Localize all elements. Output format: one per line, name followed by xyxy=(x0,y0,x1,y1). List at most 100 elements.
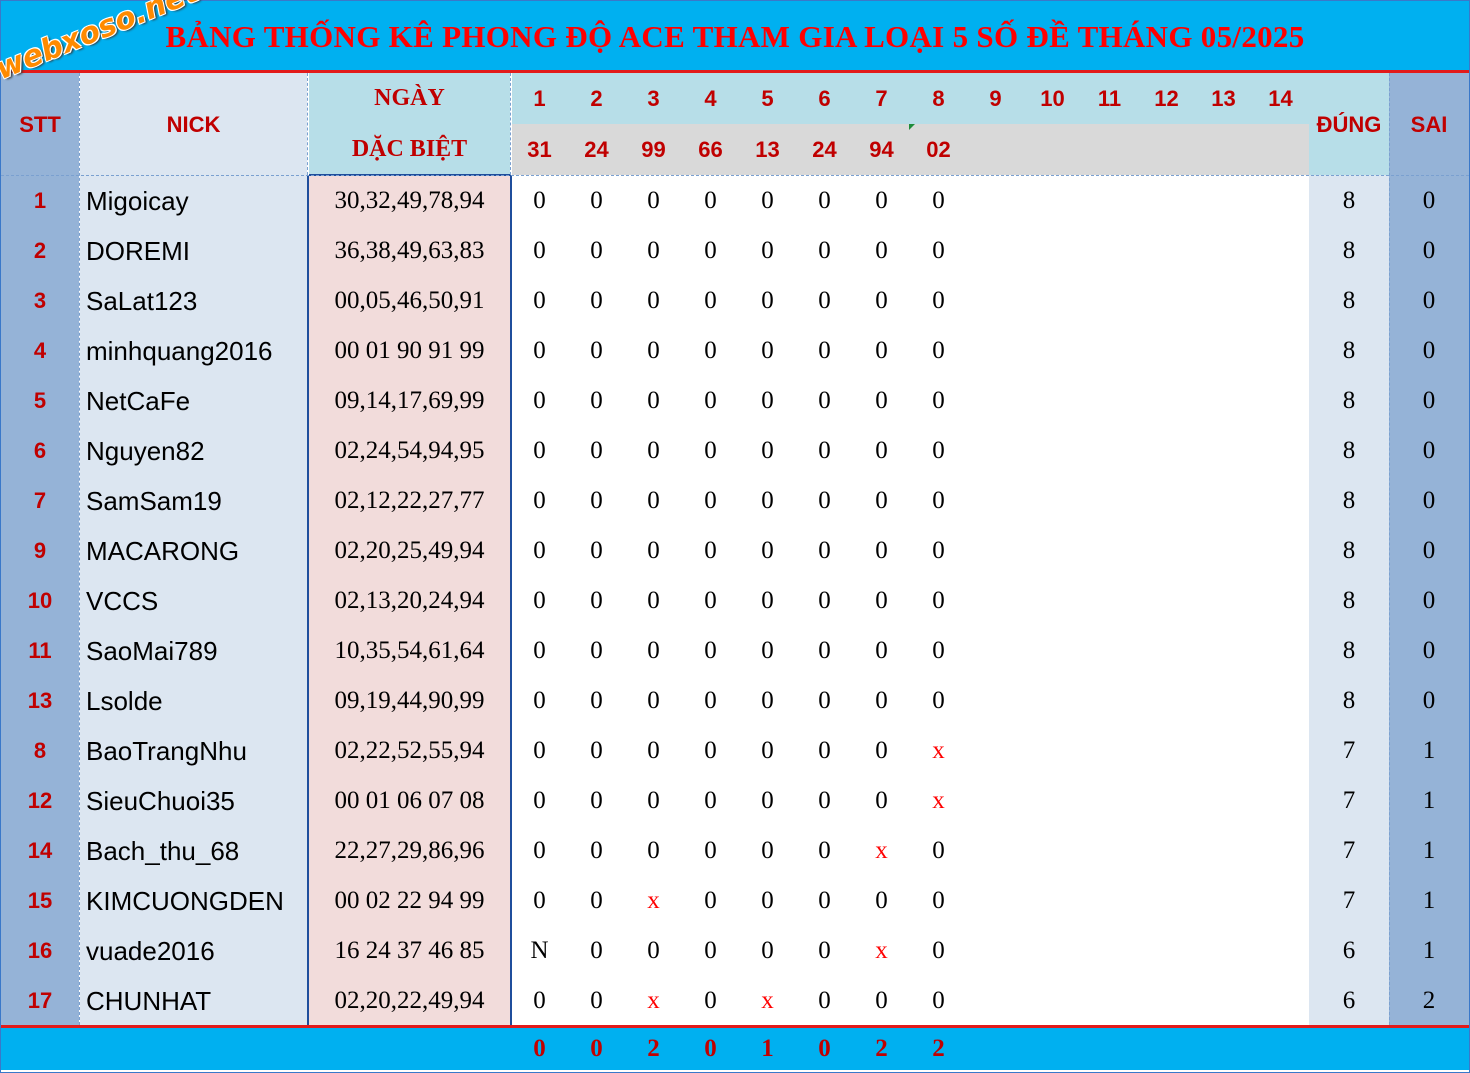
row-sai: 2 xyxy=(1422,987,1436,1014)
row-dung: 8 xyxy=(1342,637,1356,664)
row-mark: 0 xyxy=(647,237,660,264)
row-mark: 0 xyxy=(590,737,603,764)
row-mark: 0 xyxy=(533,287,546,314)
row-mark: 0 xyxy=(761,387,774,414)
row-mark: 0 xyxy=(704,937,717,964)
row-mark: 0 xyxy=(704,287,717,314)
row-mark: 0 xyxy=(533,687,546,714)
row-numbers: 09,14,17,69,99 xyxy=(334,387,485,414)
row-nick: vuade2016 xyxy=(86,935,215,966)
row-mark: x xyxy=(647,887,660,914)
day-header: 11 xyxy=(1097,85,1122,111)
total-value: 2 xyxy=(875,1035,888,1062)
row-numbers: 10,35,54,61,64 xyxy=(334,637,485,664)
row-mark: 0 xyxy=(590,337,603,364)
row-nick: DOREMI xyxy=(86,235,190,266)
total-value: 0 xyxy=(533,1035,546,1062)
ngay-header: NGÀY xyxy=(374,85,445,111)
row-mark: 0 xyxy=(647,187,660,214)
day-header: 4 xyxy=(704,85,717,111)
row-sai: 0 xyxy=(1422,587,1436,614)
row-dung: 8 xyxy=(1342,437,1356,464)
special-number: 13 xyxy=(755,136,780,162)
row-mark: x xyxy=(875,937,888,964)
row-mark: 0 xyxy=(704,987,717,1014)
row-mark: 0 xyxy=(932,337,945,364)
row-mark: 0 xyxy=(875,687,888,714)
row-mark: 0 xyxy=(533,637,546,664)
row-mark: 0 xyxy=(533,987,546,1014)
row-sai: 0 xyxy=(1422,537,1436,564)
row-dung: 8 xyxy=(1342,237,1356,264)
row-numbers: 02,22,52,55,94 xyxy=(334,737,485,764)
row-mark: 0 xyxy=(875,437,888,464)
row-mark: 0 xyxy=(818,537,831,564)
row-mark: 0 xyxy=(704,337,717,364)
row-mark: 0 xyxy=(533,887,546,914)
row-dung: 6 xyxy=(1342,937,1356,964)
day-header: 6 xyxy=(818,85,831,111)
row-dung: 7 xyxy=(1342,887,1356,914)
day-header: 10 xyxy=(1040,85,1065,111)
row-mark: 0 xyxy=(533,337,546,364)
special-number: 24 xyxy=(812,136,837,162)
row-numbers: 00,05,46,50,91 xyxy=(334,287,485,314)
page-title: BẢNG THỐNG KÊ PHONG ĐỘ ACE THAM GIA LOẠI… xyxy=(165,19,1305,54)
row-mark: 0 xyxy=(590,237,603,264)
row-stt: 15 xyxy=(27,888,53,913)
row-dung: 8 xyxy=(1342,337,1356,364)
row-mark: 0 xyxy=(818,637,831,664)
row-mark: 0 xyxy=(704,787,717,814)
row-mark: 0 xyxy=(647,587,660,614)
row-mark: 0 xyxy=(533,837,546,864)
row-stt: 7 xyxy=(33,488,47,513)
row-mark: 0 xyxy=(818,737,831,764)
row-mark: 0 xyxy=(818,187,831,214)
row-nick: SaLat123 xyxy=(86,285,198,316)
row-mark: 0 xyxy=(875,337,888,364)
row-sai: 0 xyxy=(1422,687,1436,714)
row-mark: 0 xyxy=(647,337,660,364)
row-nick: NetCaFe xyxy=(86,385,191,416)
day-header: 1 xyxy=(533,85,546,111)
special-number: 24 xyxy=(584,136,609,162)
row-sai: 0 xyxy=(1422,187,1436,214)
row-numbers: 09,19,44,90,99 xyxy=(334,687,485,714)
row-mark: 0 xyxy=(932,837,945,864)
row-sai: 0 xyxy=(1422,337,1436,364)
row-numbers: 30,32,49,78,94 xyxy=(334,187,485,214)
row-sai: 1 xyxy=(1422,887,1436,914)
row-nick: Nguyen82 xyxy=(86,435,205,466)
row-mark: 0 xyxy=(704,187,717,214)
row-sai: 0 xyxy=(1422,437,1436,464)
row-mark: 0 xyxy=(761,337,774,364)
row-mark: 0 xyxy=(533,537,546,564)
row-stt: 14 xyxy=(27,838,53,863)
row-mark: 0 xyxy=(875,287,888,314)
row-mark: 0 xyxy=(932,637,945,664)
row-sai: 0 xyxy=(1422,487,1436,514)
row-numbers: 02,13,20,24,94 xyxy=(334,587,485,614)
row-mark: 0 xyxy=(590,687,603,714)
row-mark: 0 xyxy=(818,687,831,714)
row-mark: 0 xyxy=(761,437,774,464)
day-header: 2 xyxy=(590,85,603,111)
row-mark: 0 xyxy=(818,387,831,414)
row-mark: 0 xyxy=(818,287,831,314)
row-mark: 0 xyxy=(932,187,945,214)
row-mark: 0 xyxy=(875,637,888,664)
total-value: 0 xyxy=(590,1035,603,1062)
dung-header: ĐÚNG xyxy=(1316,112,1382,137)
row-mark: 0 xyxy=(818,337,831,364)
row-mark: 0 xyxy=(761,237,774,264)
row-mark: 0 xyxy=(875,237,888,264)
row-dung: 8 xyxy=(1342,537,1356,564)
row-nick: SieuChuoi35 xyxy=(86,785,235,816)
row-numbers: 36,38,49,63,83 xyxy=(334,237,485,264)
row-stt: 13 xyxy=(27,688,53,713)
row-mark: 0 xyxy=(761,887,774,914)
row-mark: 0 xyxy=(704,537,717,564)
row-mark: 0 xyxy=(761,287,774,314)
row-nick: SaoMai789 xyxy=(86,635,218,666)
row-mark: x xyxy=(932,787,945,814)
